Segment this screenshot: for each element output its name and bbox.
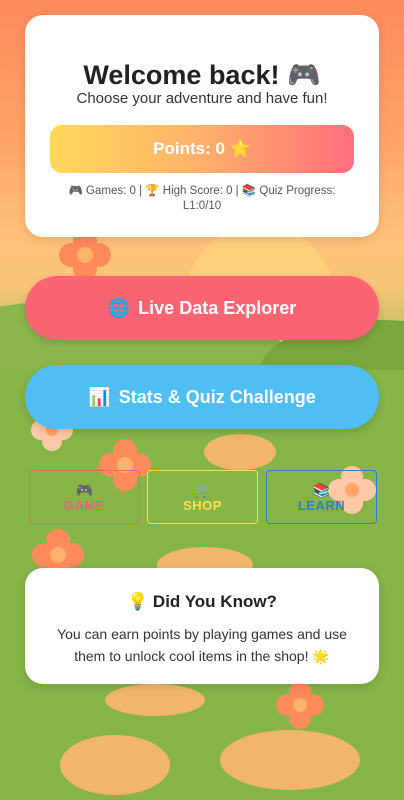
live-data-explorer-button[interactable]: 🌐 Live Data Explorer	[25, 276, 379, 340]
stepping-stone	[204, 434, 276, 470]
stepping-stone	[105, 684, 205, 716]
did-you-know-card: 💡 Did You Know? You can earn points by p…	[25, 568, 379, 684]
game-button[interactable]: 🎮 GAME	[29, 470, 140, 524]
stats-quiz-challenge-button[interactable]: 📊 Stats & Quiz Challenge	[25, 365, 379, 429]
globe-icon: 🌐	[107, 297, 131, 318]
welcome-card: Welcome back! 🎮 Choose your adventure an…	[25, 15, 379, 237]
game-label: GAME	[64, 497, 105, 513]
welcome-title: Welcome back! 🎮	[83, 60, 321, 90]
points-display: Points: 0 ⭐	[50, 125, 354, 173]
live-data-explorer-label: Live Data Explorer	[138, 297, 297, 318]
shop-label: SHOP	[183, 497, 222, 513]
stats-quiz-challenge-label: Stats & Quiz Challenge	[118, 386, 316, 407]
points-label: Points: 0 ⭐	[153, 139, 251, 158]
stats-summary: 🎮 Games: 0 | 🏆 High Score: 0 | 📚 Quiz Pr…	[68, 185, 336, 212]
did-you-know-title: 💡 Did You Know?	[127, 592, 277, 611]
app-screen: Welcome back! 🎮 Choose your adventure an…	[0, 0, 404, 800]
stepping-stone	[60, 735, 170, 795]
bar-chart-icon: 📊	[88, 386, 111, 407]
did-you-know-text: You can earn points by playing games and…	[57, 626, 347, 664]
welcome-subtitle: Choose your adventure and have fun!	[76, 90, 328, 107]
shop-button[interactable]: 🛒 SHOP	[147, 470, 258, 524]
shopping-cart-icon: 🛒	[193, 481, 212, 498]
stepping-stone	[220, 730, 360, 790]
learn-button[interactable]: 📚 LEARN	[266, 470, 377, 524]
game-controller-icon: 🎮	[75, 481, 94, 498]
books-icon: 📚	[312, 481, 331, 498]
learn-label: LEARN	[297, 497, 346, 513]
